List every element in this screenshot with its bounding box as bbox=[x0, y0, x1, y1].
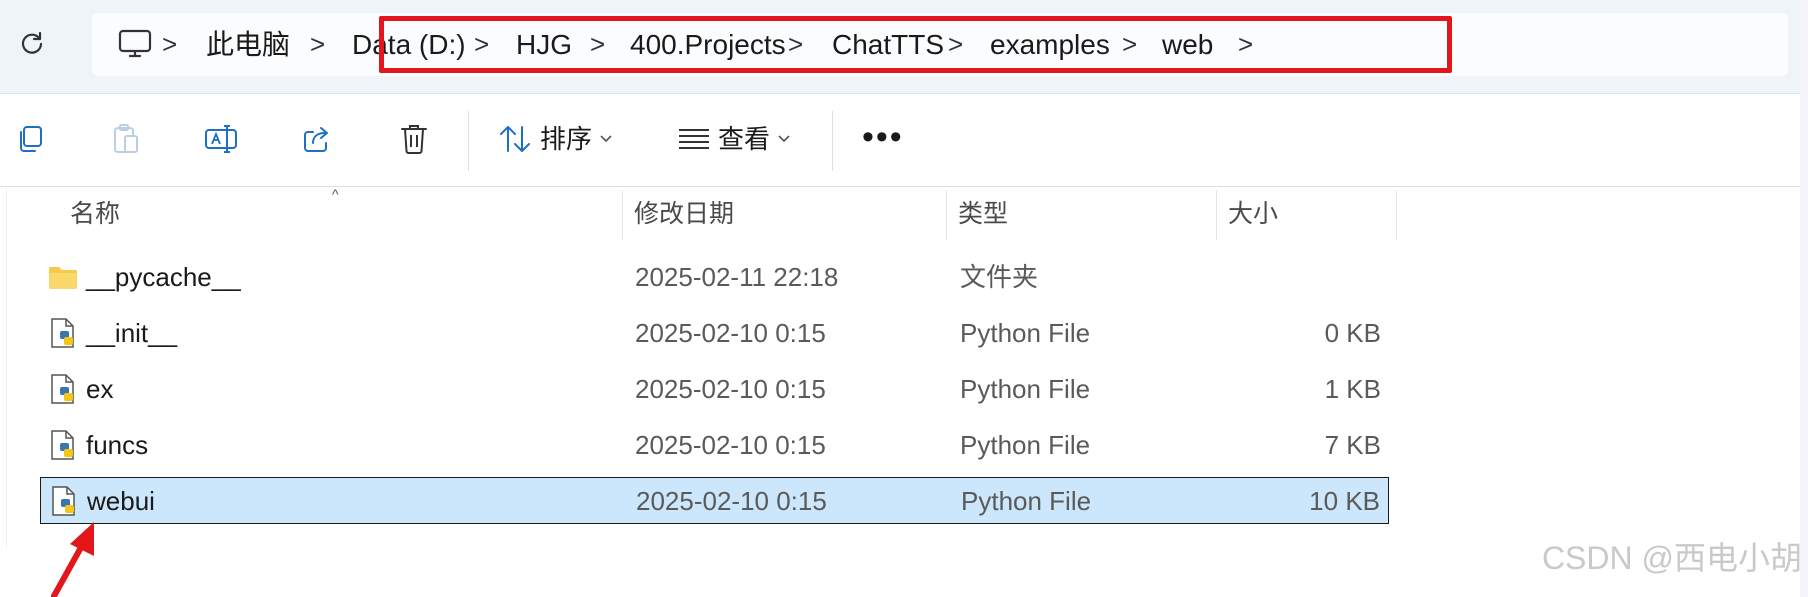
file-date: 2025-02-10 0:15 bbox=[635, 430, 826, 460]
python-file-icon bbox=[51, 430, 74, 460]
more-options-button[interactable]: ••• bbox=[862, 115, 904, 159]
file-type: Python File bbox=[961, 486, 1092, 516]
view-label: 查看 bbox=[718, 124, 771, 154]
column-header-size[interactable]: 大小 bbox=[1216, 188, 1396, 240]
python-file-icon bbox=[51, 318, 74, 348]
toolbar-divider bbox=[468, 111, 469, 171]
file-row-funcs[interactable]: funcs 2025-02-10 0:15 Python File 7 KB bbox=[40, 422, 1389, 469]
file-row-init[interactable]: __init__ 2025-02-10 0:15 Python File 0 K… bbox=[40, 310, 1389, 357]
file-row-ex[interactable]: ex 2025-02-10 0:15 Python File 1 KB bbox=[40, 366, 1389, 413]
file-date: 2025-02-10 0:15 bbox=[635, 374, 826, 404]
this-pc-icon[interactable] bbox=[118, 29, 152, 59]
column-header-name[interactable]: 名称 bbox=[58, 188, 622, 240]
address-bar-region: > 此电脑 > Data (D:) > HJG > 400.Projects >… bbox=[0, 0, 1808, 94]
file-row-webui-selected[interactable]: webui 2025-02-10 0:15 Python File 10 KB bbox=[40, 477, 1389, 524]
column-header-date[interactable]: 修改日期 bbox=[622, 188, 946, 240]
file-date: 2025-02-11 22:18 bbox=[635, 262, 839, 292]
view-button[interactable]: 查看 bbox=[678, 117, 790, 161]
paste-icon bbox=[114, 124, 138, 153]
sort-icon bbox=[500, 126, 530, 152]
view-list-icon bbox=[679, 129, 709, 149]
file-size: 1 KB bbox=[1324, 374, 1381, 404]
column-divider[interactable] bbox=[1396, 190, 1397, 240]
file-row-pycache[interactable]: __pycache__ 2025-02-11 22:18 文件夹 bbox=[40, 254, 1389, 301]
column-header-type[interactable]: 类型 bbox=[946, 188, 1216, 240]
file-size: 10 KB bbox=[1309, 486, 1380, 516]
copy-button[interactable] bbox=[8, 117, 52, 161]
breadcrumb-chevron-icon[interactable]: > bbox=[162, 13, 177, 76]
file-name: ex bbox=[86, 374, 114, 404]
file-date: 2025-02-10 0:15 bbox=[635, 318, 826, 348]
file-size: 0 KB bbox=[1324, 318, 1381, 348]
rename-button[interactable] bbox=[199, 117, 243, 161]
file-date: 2025-02-10 0:15 bbox=[636, 486, 827, 516]
file-type: Python File bbox=[960, 430, 1091, 460]
refresh-icon bbox=[21, 31, 43, 54]
python-file-icon bbox=[52, 486, 75, 516]
python-file-icon bbox=[51, 374, 74, 404]
sort-button[interactable]: 排序 bbox=[498, 117, 612, 161]
breadcrumb-this-pc[interactable]: 此电脑 bbox=[206, 13, 290, 76]
file-type: Python File bbox=[960, 318, 1091, 348]
paste-button[interactable] bbox=[104, 117, 148, 161]
pane-edge bbox=[6, 188, 7, 548]
red-arrow-annotation-icon bbox=[51, 522, 94, 597]
path-highlight-box bbox=[379, 16, 1452, 73]
share-button[interactable] bbox=[294, 117, 338, 161]
copy-icon bbox=[20, 126, 42, 152]
share-icon bbox=[304, 127, 328, 152]
folder-icon bbox=[49, 267, 77, 289]
rename-icon bbox=[205, 125, 237, 153]
trash-icon bbox=[401, 125, 427, 154]
file-name: funcs bbox=[86, 430, 149, 460]
file-name: __pycache__ bbox=[86, 262, 241, 292]
refresh-button[interactable] bbox=[14, 25, 50, 61]
file-type: 文件夹 bbox=[960, 262, 1039, 292]
chevron-down-icon bbox=[778, 135, 790, 143]
breadcrumb-chevron-icon[interactable]: > bbox=[310, 13, 325, 76]
command-bar: 排序 查看 ••• bbox=[0, 95, 1808, 187]
watermark: CSDN @西电小胡 bbox=[1541, 540, 1802, 576]
file-type: Python File bbox=[960, 374, 1091, 404]
toolbar-divider bbox=[832, 111, 833, 171]
delete-button[interactable] bbox=[392, 117, 436, 161]
file-size: 7 KB bbox=[1324, 430, 1381, 460]
vertical-scrollbar[interactable] bbox=[1800, 0, 1808, 597]
sort-label: 排序 bbox=[540, 124, 593, 154]
file-name: __init__ bbox=[86, 318, 178, 348]
chevron-down-icon bbox=[600, 135, 612, 143]
